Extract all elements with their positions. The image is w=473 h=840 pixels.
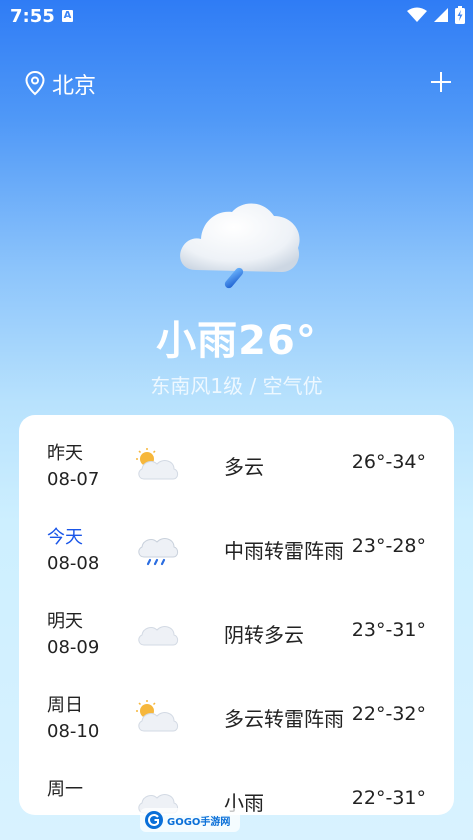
forecast-condition: 多云转雷阵雨 [224,707,344,731]
add-city-button[interactable] [429,70,453,94]
forecast-row[interactable]: 明天 08-09 阴转多云 23°-31° [19,595,454,679]
forecast-temp: 26°-34° [351,451,426,473]
forecast-day-name: 周一 [47,779,83,800]
header: 北京 [0,60,473,106]
signal-icon [434,8,448,22]
forecast-day: 明天 08-09 [47,609,99,661]
forecast-day-name: 昨天 [47,443,83,464]
status-time: 7:55 [10,6,55,27]
status-icons [407,6,465,24]
partly-cloudy-icon [136,700,179,732]
forecast-day-name: 今天 [47,527,83,548]
forecast-date: 08-08 [47,553,100,574]
forecast-card: 昨天 08-07 多云 26°-34° 今天 08-08 中雨转雷阵雨 23°-… [19,415,454,815]
partly-cloudy-icon [136,448,179,480]
rain-cloud-icon [180,203,300,289]
current-weather-subtitle: 东南风1级 / 空气优 [150,374,323,398]
forecast-date: 08-07 [47,469,100,490]
current-weather-title: 小雨26° [156,318,317,364]
forecast-row[interactable]: 周一 小雨 22°-31° [19,763,454,815]
forecast-day: 昨天 08-07 [47,441,99,493]
wifi-icon [407,7,427,22]
forecast-date: 08-10 [47,721,100,742]
forecast-row[interactable]: 昨天 08-07 多云 26°-34° [19,427,454,511]
forecast-day: 周一 [47,777,83,803]
forecast-condition: 阴转多云 [224,623,304,647]
battery-icon [455,6,465,24]
city-name[interactable]: 北京 [52,68,96,100]
location-pin-icon[interactable] [24,70,46,96]
cloud-icon [138,626,179,646]
watermark-text: GOGO手游网 [167,816,231,828]
forecast-condition: 多云 [224,455,264,479]
forecast-temp: 23°-28° [351,535,426,557]
forecast-row[interactable]: 周日 08-10 多云转雷阵雨 22°-32° [19,679,454,763]
forecast-temp: 22°-32° [351,703,426,725]
rain-cloud-icon [138,538,179,566]
status-bar: 7:55 A [0,0,473,34]
forecast-day: 今天 08-08 [47,525,99,577]
notification-a-icon: A [62,10,73,22]
forecast-day-name: 明天 [47,611,83,632]
watermark-g-icon [145,811,163,829]
forecast-date: 08-09 [47,637,100,658]
forecast-day-name: 周日 [47,695,83,716]
forecast-day: 周日 08-10 [47,693,99,745]
forecast-temp: 23°-31° [351,619,426,641]
watermark-logo: GOGO手游网 [140,808,240,832]
forecast-row[interactable]: 今天 08-08 中雨转雷阵雨 23°-28° [19,511,454,595]
forecast-temp: 22°-31° [351,787,426,809]
forecast-condition: 中雨转雷阵雨 [224,539,344,563]
